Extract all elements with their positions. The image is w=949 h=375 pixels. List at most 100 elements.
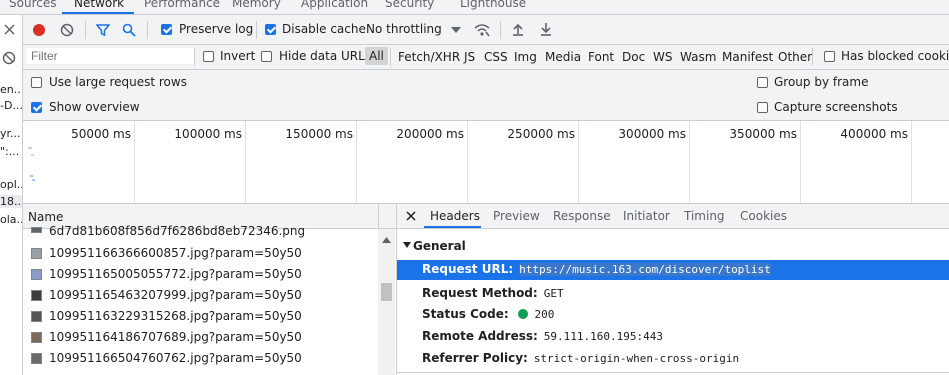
filter-icon[interactable]: [96, 23, 110, 37]
filter-input[interactable]: [27, 48, 195, 64]
request-list: Name 6d7d81b608f856d7f6286bd8eb72346.png…: [23, 204, 397, 375]
header-row-remote-address[interactable]: Remote Address: 59.111.160.195:443: [422, 329, 663, 343]
disable-cache-label[interactable]: Disable cache: [282, 22, 366, 36]
type-filter-fetch-xhr[interactable]: Fetch/XHR: [398, 50, 460, 64]
group-by-frame-checkbox[interactable]: [757, 77, 768, 88]
tab-application[interactable]: Application: [301, 0, 368, 10]
clear-icon[interactable]: [2, 51, 16, 65]
request-name: 6d7d81b608f856d7f6286bd8eb72346.png: [49, 224, 306, 238]
type-filter-css[interactable]: CSS: [484, 50, 508, 64]
clear-log-icon[interactable]: [60, 23, 74, 37]
type-filter-font[interactable]: Font: [588, 50, 614, 64]
tab-preview[interactable]: Preview: [493, 209, 540, 223]
table-row[interactable]: 109951164186707689.jpg?param=50y50: [23, 327, 378, 348]
close-icon[interactable]: [406, 211, 416, 221]
import-har-icon[interactable]: [512, 22, 524, 36]
show-overview-checkbox[interactable]: [31, 102, 42, 113]
general-section-title[interactable]: General: [413, 239, 466, 253]
large-rows-label[interactable]: Use large request rows: [49, 75, 187, 89]
type-filter-wasm[interactable]: Wasm: [680, 50, 716, 64]
group-by-frame-label[interactable]: Group by frame: [774, 75, 868, 89]
timeline-gridline: [134, 121, 135, 203]
throttling-select[interactable]: No throttling: [366, 22, 442, 36]
expand-triangle-icon[interactable]: [403, 242, 411, 248]
hide-data-urls-checkbox[interactable]: [261, 51, 272, 62]
image-file-icon: [31, 311, 42, 322]
record-icon[interactable]: [32, 23, 46, 37]
capture-screenshots-label[interactable]: Capture screenshots: [774, 100, 898, 114]
gutter-text: ola...: [0, 213, 22, 226]
table-row[interactable]: 109951165463207999.jpg?param=50y50: [23, 285, 378, 306]
tab-headers[interactable]: Headers: [430, 209, 480, 223]
header-value: GET: [543, 287, 564, 300]
tab-security[interactable]: Security: [385, 0, 434, 10]
large-rows-checkbox[interactable]: [31, 77, 42, 88]
filter-bar: Invert Hide data URLs All Fetch/XHR JS C…: [23, 45, 949, 70]
timeline-request-bar: [31, 154, 34, 156]
header-row-request-method[interactable]: Request Method: GET: [422, 286, 564, 300]
request-details: Headers Preview Response Initiator Timin…: [397, 204, 949, 375]
timeline-tick-label: 100000 ms: [174, 127, 242, 141]
type-filter-js[interactable]: JS: [464, 50, 475, 64]
has-blocked-cookies-checkbox[interactable]: [824, 51, 835, 62]
type-filter-doc[interactable]: Doc: [622, 50, 645, 64]
scroll-up-icon[interactable]: [382, 237, 391, 243]
timeline-request-bar: [32, 179, 35, 181]
active-tab-indicator: [424, 226, 481, 228]
close-icon[interactable]: [3, 23, 16, 36]
request-name: 109951163229315268.jpg?param=50y50: [49, 309, 302, 323]
header-key: Request Method:: [422, 286, 538, 300]
image-file-icon: [31, 248, 42, 259]
request-list-scrollbar[interactable]: [378, 229, 395, 375]
type-filter-img[interactable]: Img: [514, 50, 537, 64]
tab-memory[interactable]: Memory: [232, 0, 281, 10]
table-row[interactable]: 109951166366600857.jpg?param=50y50: [23, 243, 378, 264]
disable-cache-checkbox[interactable]: [265, 24, 276, 35]
type-filter-ws[interactable]: WS: [653, 50, 672, 64]
export-har-icon[interactable]: [540, 22, 552, 36]
type-filter-manifest[interactable]: Manifest: [722, 50, 773, 64]
header-row-referrer-policy[interactable]: Referrer Policy: strict-origin-when-cross…: [422, 351, 739, 365]
tab-performance[interactable]: Performance: [144, 0, 220, 10]
search-icon[interactable]: [122, 23, 136, 37]
preserve-log-label[interactable]: Preserve log: [179, 22, 253, 36]
table-row[interactable]: 6d7d81b608f856d7f6286bd8eb72346.png: [23, 222, 378, 239]
type-filter-media[interactable]: Media: [545, 50, 581, 64]
tab-network[interactable]: Network: [74, 0, 124, 10]
header-key: Request URL:: [422, 262, 514, 276]
gutter-text: en...: [0, 83, 23, 96]
tab-response[interactable]: Response: [553, 209, 611, 223]
type-filter-other[interactable]: Other: [778, 50, 812, 64]
type-filter-all[interactable]: All: [365, 47, 388, 65]
table-row[interactable]: 109951163229315268.jpg?param=50y50: [23, 306, 378, 327]
has-blocked-cookies-label[interactable]: Has blocked cookies: [841, 49, 949, 63]
show-overview-label[interactable]: Show overview: [49, 100, 140, 114]
timeline-gridline: [245, 121, 246, 203]
capture-screenshots-checkbox[interactable]: [757, 102, 768, 113]
hide-data-urls-label[interactable]: Hide data URLs: [279, 49, 371, 63]
tab-lighthouse[interactable]: Lighthouse: [460, 0, 526, 10]
network-conditions-icon[interactable]: [473, 22, 491, 38]
header-row-status-code[interactable]: Status Code: 200: [422, 307, 554, 321]
tab-sources[interactable]: Sources: [9, 0, 56, 10]
gutter-text-selected[interactable]: 18...: [0, 195, 22, 208]
image-file-icon: [31, 332, 42, 343]
timeline-gridline: [356, 121, 357, 203]
tab-initiator[interactable]: Initiator: [623, 209, 670, 223]
chevron-down-icon[interactable]: [451, 27, 461, 33]
timeline-gridline: [800, 121, 801, 203]
invert-checkbox[interactable]: [203, 51, 214, 62]
toolbar-divider: [147, 21, 148, 39]
invert-label[interactable]: Invert: [220, 49, 255, 63]
left-panel-gutter: en... -D... yr... ":... opl... 18... ola…: [0, 15, 23, 375]
table-row[interactable]: 109951166504760762.jpg?param=50y50: [23, 348, 378, 369]
timeline-tick-label: 250000 ms: [507, 127, 575, 141]
header-row-request-url[interactable]: Request URL: https://music.163.com/discov…: [422, 262, 771, 276]
detail-tab-strip: Headers Preview Response Initiator Timin…: [397, 204, 949, 229]
scrollbar-thumb[interactable]: [381, 283, 392, 301]
overview-timeline[interactable]: 50000 ms 100000 ms 150000 ms 200000 ms 2…: [23, 121, 949, 204]
preserve-log-checkbox[interactable]: [161, 24, 172, 35]
table-row[interactable]: 109951165005055772.jpg?param=50y50: [23, 264, 378, 285]
tab-timing[interactable]: Timing: [684, 209, 725, 223]
tab-cookies[interactable]: Cookies: [740, 209, 787, 223]
